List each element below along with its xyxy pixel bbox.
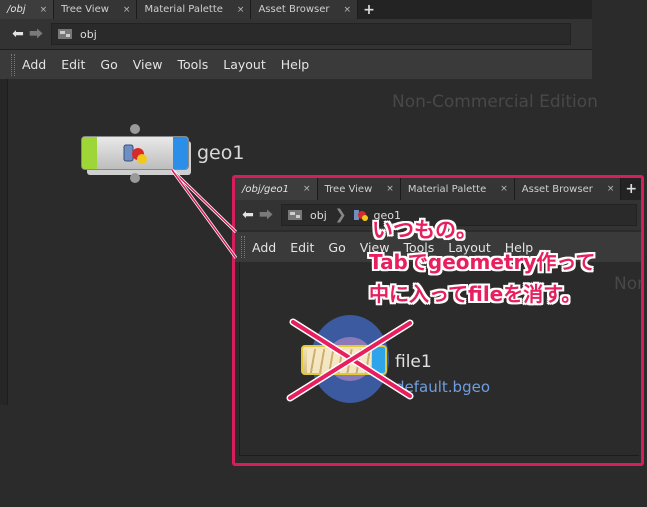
tab-label: /obj (7, 4, 26, 15)
close-icon[interactable]: × (40, 5, 48, 15)
close-icon[interactable]: × (123, 5, 131, 15)
close-icon[interactable]: × (386, 184, 394, 194)
annotation-line-2: Tabでgeometry作って (369, 250, 596, 274)
menu-grip-handle[interactable] (241, 236, 245, 258)
menu-edit[interactable]: Edit (290, 240, 314, 255)
menu-help[interactable]: Help (281, 57, 310, 72)
menu-edit[interactable]: Edit (61, 57, 85, 72)
annotation-line-1: いつもの。 (372, 218, 477, 242)
node-body[interactable] (301, 345, 387, 375)
menu-add[interactable]: Add (22, 57, 46, 72)
menu-layout[interactable]: Layout (223, 57, 266, 72)
add-tab-button[interactable]: + (358, 0, 380, 19)
annotation-line-3: 中に入ってfileを消す。 (369, 282, 582, 306)
watermark: Non- (614, 274, 641, 294)
breadcrumb-separator-icon: ❯ (334, 207, 347, 223)
tab-asset-browser[interactable]: Asset Browser × (251, 0, 359, 19)
display-flag[interactable] (82, 137, 97, 169)
path-bar: ⬅ ⮕ obj (0, 19, 592, 50)
menu-view[interactable]: View (133, 57, 163, 72)
breadcrumb-obj[interactable]: obj (310, 209, 327, 222)
network-icon (288, 210, 302, 220)
menu-go[interactable]: Go (100, 57, 117, 72)
menu-add[interactable]: Add (252, 240, 276, 255)
divider (239, 232, 240, 456)
node-body[interactable] (81, 136, 189, 170)
breadcrumb[interactable]: obj (51, 23, 571, 45)
close-icon[interactable]: × (607, 184, 615, 194)
menu-bar: Add Edit Go View Tools Layout Help (0, 50, 592, 79)
network-icon (58, 29, 72, 39)
geometry-icon (123, 144, 147, 164)
menu-tools[interactable]: Tools (177, 57, 208, 72)
node-output-connector[interactable] (130, 173, 140, 183)
watermark: Non-Commercial Edition (392, 92, 598, 112)
callout-network-view: /obj/geo1 × Tree View × Material Palette × … (235, 178, 641, 463)
back-arrow-icon[interactable]: ⬅ (239, 206, 257, 224)
tab-asset-browser[interactable]: Asset Browser × (514, 178, 622, 200)
tab-label: Tree View (61, 4, 109, 15)
close-icon[interactable]: × (500, 184, 508, 194)
node-label-geo1: geo1 (197, 142, 245, 164)
tab-label: Asset Browser (521, 183, 593, 195)
file-node-icon (307, 349, 371, 373)
forward-arrow-icon[interactable]: ⮕ (27, 25, 45, 43)
display-flag[interactable] (372, 347, 385, 373)
tab-material-palette[interactable]: Material Palette × (137, 0, 252, 19)
close-icon[interactable]: × (303, 184, 311, 194)
close-icon[interactable]: × (237, 5, 245, 15)
tab-label: Asset Browser (258, 4, 330, 15)
tab-tree-view[interactable]: Tree View × (54, 0, 138, 19)
tab-obj-geo1[interactable]: /obj/geo1 × (235, 178, 318, 200)
node-input-connector[interactable] (130, 124, 140, 134)
tab-label: Material Palette (144, 4, 223, 15)
menu-grip-handle[interactable] (11, 53, 15, 76)
divider (239, 455, 639, 456)
tab-label: Tree View (324, 183, 373, 195)
render-flag[interactable] (173, 137, 188, 169)
geometry-icon (353, 210, 368, 221)
node-subtitle: default.bgeo (395, 378, 490, 396)
tab-material-palette[interactable]: Material Palette × (400, 178, 515, 200)
tab-tree-view[interactable]: Tree View × (317, 178, 401, 200)
forward-arrow-icon[interactable]: ⮕ (257, 206, 275, 224)
callout-frame: /obj/geo1 × Tree View × Material Palette × … (232, 175, 644, 466)
node-geo1[interactable] (81, 136, 191, 175)
callout-pointer (170, 168, 238, 259)
tab-label: Material Palette (407, 183, 487, 195)
tab-obj[interactable]: /obj × (0, 0, 55, 19)
callout-tab-bar: /obj/geo1 × Tree View × Material Palette × … (235, 178, 641, 200)
node-file1[interactable] (301, 315, 393, 405)
add-tab-button[interactable]: + (621, 178, 641, 200)
network-left-strip (0, 79, 8, 405)
menu-go[interactable]: Go (328, 240, 345, 255)
pane-tab-bar: /obj × Tree View × Material Palette × Asset… (0, 0, 592, 19)
tab-label: /obj/geo1 (242, 183, 289, 195)
close-icon[interactable]: × (344, 5, 352, 15)
back-arrow-icon[interactable]: ⬅ (9, 25, 27, 43)
breadcrumb-obj[interactable]: obj (80, 28, 97, 41)
node-label-file1: file1 (395, 352, 432, 372)
